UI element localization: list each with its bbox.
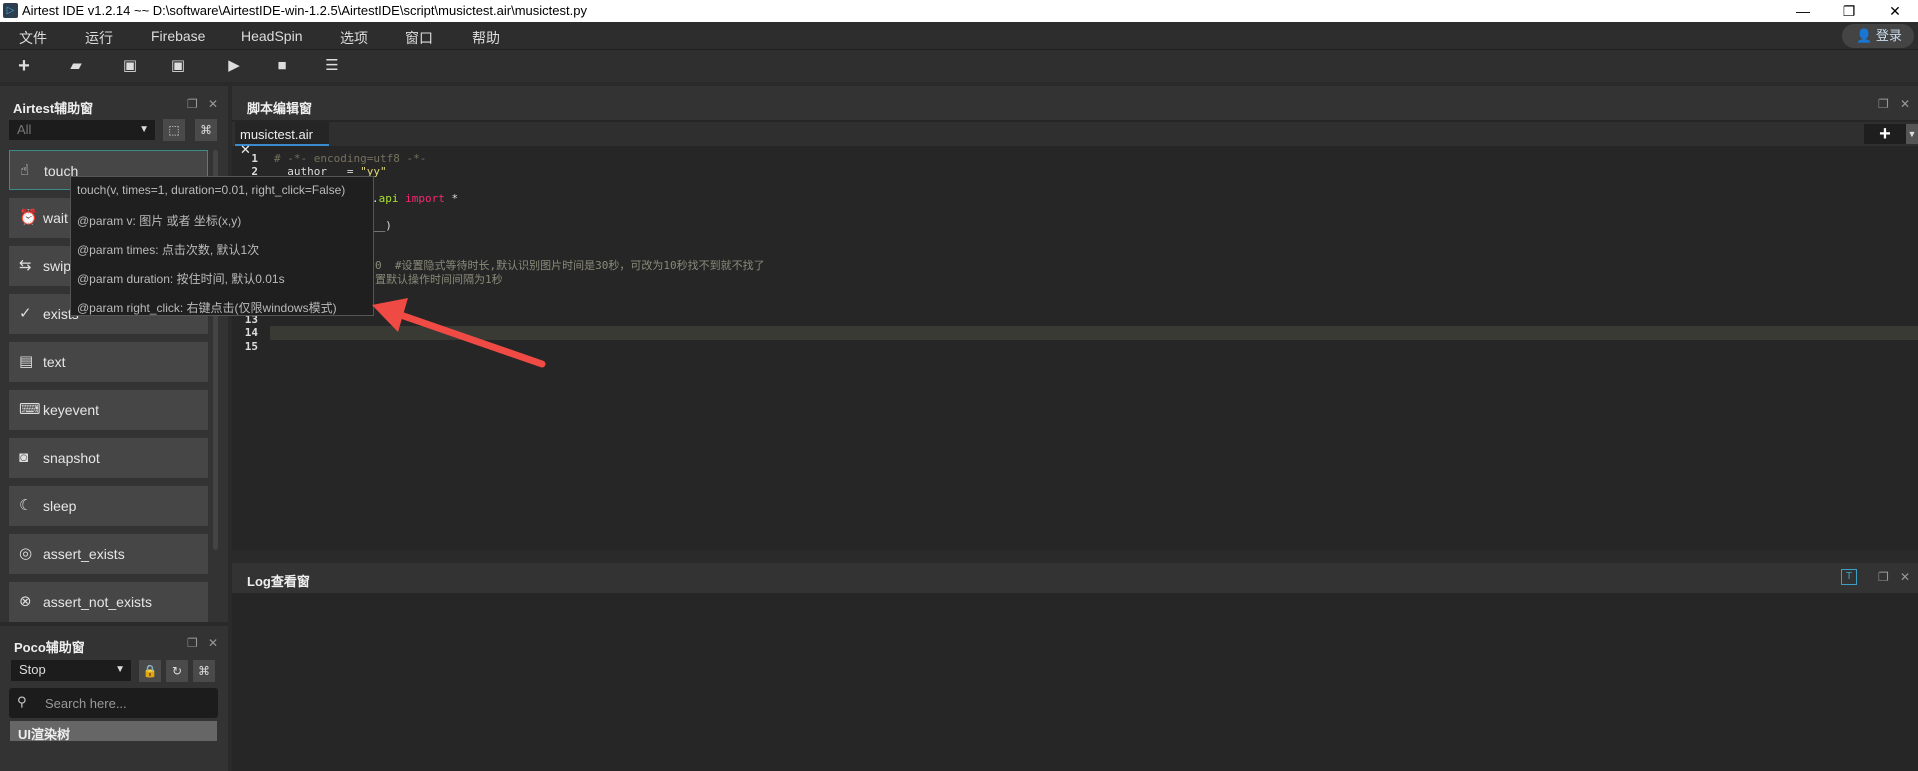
annotation-arrow xyxy=(372,298,546,368)
